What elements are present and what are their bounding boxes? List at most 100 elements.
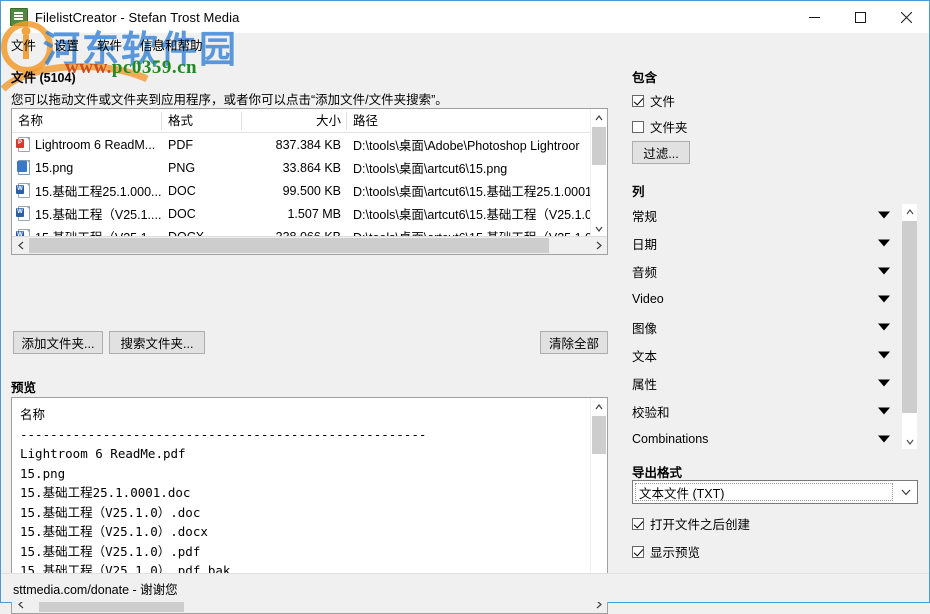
chevron-down-icon[interactable] bbox=[878, 408, 890, 415]
chevron-down-icon[interactable] bbox=[878, 324, 890, 331]
cell-name: PLightroom 6 ReadM... bbox=[12, 137, 162, 152]
menu-item-info-help[interactable]: 信息和帮助 bbox=[140, 35, 203, 54]
preview-section-heading: 预览 bbox=[11, 377, 36, 396]
scroll-left-icon[interactable] bbox=[12, 238, 29, 254]
cell-name: W15.基础工程25.1.000... bbox=[12, 181, 162, 200]
table-row[interactable]: PLightroom 6 ReadM...PDF837.384 KBD:\too… bbox=[12, 133, 607, 156]
checkbox-box[interactable] bbox=[632, 95, 644, 107]
chevron-down-icon[interactable] bbox=[895, 489, 917, 496]
table-row[interactable]: W15.基础工程25.1.000...DOC99.500 KBD:\tools\… bbox=[12, 179, 607, 202]
columns-scroll-down-icon[interactable] bbox=[902, 434, 917, 449]
chevron-down-icon[interactable] bbox=[878, 380, 890, 387]
chevron-down-icon[interactable] bbox=[878, 352, 890, 359]
preview-vscroll-thumb[interactable] bbox=[592, 416, 606, 454]
column-group-2[interactable]: 日期 bbox=[632, 229, 904, 257]
column-header-path[interactable]: 路径 bbox=[347, 109, 607, 133]
columns-scroll-up-icon[interactable] bbox=[902, 204, 917, 219]
chevron-down-icon[interactable] bbox=[878, 268, 890, 275]
file-list-vscroll-thumb[interactable] bbox=[592, 127, 606, 165]
column-group-5[interactable]: 图像 bbox=[632, 313, 904, 341]
table-row[interactable]: W15.基础工程（V25.1....DOC1.507 MBD:\tools\桌面… bbox=[12, 202, 607, 225]
chevron-down-icon[interactable] bbox=[878, 240, 890, 247]
window-controls bbox=[791, 1, 929, 33]
doc-file-icon: W bbox=[16, 206, 30, 221]
menu-item-software[interactable]: 软件 bbox=[97, 35, 122, 54]
column-header-name[interactable]: 名称 bbox=[12, 109, 162, 133]
cell-name: W15.基础工程（V25.1.... bbox=[12, 204, 162, 223]
file-name: 15.基础工程25.1.000... bbox=[35, 181, 161, 200]
left-panel: 文件 (5104) 您可以拖动文件或文件夹到应用程序，或者你可以点击“添加文件/… bbox=[1, 55, 623, 604]
include-folders-label: 文件夹 bbox=[650, 117, 688, 136]
preview-scroll-up-icon[interactable] bbox=[591, 398, 607, 415]
png-file-icon bbox=[16, 160, 30, 175]
menu-item-file[interactable]: 文件 bbox=[11, 35, 36, 54]
checkbox-box[interactable] bbox=[632, 121, 644, 133]
window-title: FilelistCreator - Stefan Trost Media bbox=[35, 10, 239, 25]
file-list-hscroll-track[interactable] bbox=[29, 238, 590, 253]
checkbox-box[interactable] bbox=[632, 518, 644, 530]
file-list-vscrollbar[interactable] bbox=[590, 109, 607, 254]
clear-all-button[interactable]: 清除全部 bbox=[540, 331, 608, 354]
filter-button[interactable]: 过滤... bbox=[632, 141, 690, 164]
columns-vscroll-thumb[interactable] bbox=[902, 221, 917, 413]
columns-vscrollbar[interactable] bbox=[902, 204, 917, 449]
table-row[interactable]: 15.pngPNG33.864 KBD:\tools\桌面\artcut6\15… bbox=[12, 156, 607, 179]
cell-format: DOC bbox=[162, 184, 242, 198]
file-list[interactable]: 名称 格式 大小 路径 PLightroom 6 ReadM...PDF837.… bbox=[11, 108, 608, 255]
column-group-9[interactable]: Combinations bbox=[632, 425, 904, 453]
cell-path: D:\tools\桌面\artcut6\15.基础工程25.1.0001 bbox=[347, 181, 607, 200]
cell-name: 15.png bbox=[12, 160, 162, 175]
open-after-create-label: 打开文件之后创建 bbox=[650, 514, 750, 533]
app-icon bbox=[10, 8, 28, 26]
cell-format: PDF bbox=[162, 138, 242, 152]
status-bar: sttmedia.com/donate - 谢谢您 bbox=[1, 573, 929, 602]
cell-size: 99.500 KB bbox=[242, 184, 347, 198]
file-list-hscroll-thumb[interactable] bbox=[29, 238, 549, 253]
files-hint-text: 您可以拖动文件或文件夹到应用程序，或者你可以点击“添加文件/文件夹搜索”。 bbox=[11, 89, 448, 108]
maximize-icon[interactable] bbox=[837, 1, 883, 33]
column-header-format[interactable]: 格式 bbox=[162, 109, 242, 133]
open-after-create-checkbox[interactable]: 打开文件之后创建 bbox=[632, 514, 750, 533]
file-list-hscrollbar[interactable] bbox=[12, 236, 607, 254]
minimize-icon[interactable] bbox=[791, 1, 837, 33]
include-files-checkbox[interactable]: 文件 bbox=[632, 91, 675, 110]
chevron-down-icon[interactable] bbox=[878, 436, 890, 443]
column-group-label: 属性 bbox=[632, 374, 657, 393]
checkbox-box[interactable] bbox=[632, 546, 644, 558]
column-group-7[interactable]: 属性 bbox=[632, 369, 904, 397]
main-content: 文件 (5104) 您可以拖动文件或文件夹到应用程序，或者你可以点击“添加文件/… bbox=[1, 55, 929, 604]
column-header-size[interactable]: 大小 bbox=[242, 109, 347, 133]
cell-path: D:\tools\桌面\Adobe\Photoshop Lightroor bbox=[347, 135, 607, 154]
show-preview-checkbox[interactable]: 显示预览 bbox=[632, 542, 700, 561]
column-group-4[interactable]: Video bbox=[632, 285, 904, 313]
column-group-8[interactable]: 校验和 bbox=[632, 397, 904, 425]
column-group-1[interactable]: 常规 bbox=[632, 201, 904, 229]
column-group-label: Combinations bbox=[632, 432, 708, 446]
column-group-6[interactable]: 文本 bbox=[632, 341, 904, 369]
column-group-label: 常规 bbox=[632, 206, 657, 225]
files-section-heading: 文件 (5104) bbox=[11, 67, 76, 86]
scroll-right-icon[interactable] bbox=[590, 238, 607, 254]
show-preview-label: 显示预览 bbox=[650, 542, 700, 561]
menu-item-settings[interactable]: 设置 bbox=[54, 35, 79, 54]
cell-size: 33.864 KB bbox=[242, 161, 347, 175]
right-panel: 包含 文件 文件夹 过滤... 列 常规日期音频Video图像文本属性校验和Co… bbox=[623, 55, 929, 604]
close-icon[interactable] bbox=[883, 1, 929, 33]
export-format-select[interactable]: 文本文件 (TXT) bbox=[632, 480, 918, 504]
chevron-down-icon[interactable] bbox=[878, 296, 890, 303]
preview-text: 名称 -------------------------------------… bbox=[12, 398, 607, 600]
scroll-down-icon[interactable] bbox=[591, 220, 607, 237]
chevron-down-icon[interactable] bbox=[878, 212, 890, 219]
file-name: 15.png bbox=[35, 161, 73, 175]
search-folder-button[interactable]: 搜索文件夹... bbox=[109, 331, 205, 354]
column-group-label: 图像 bbox=[632, 318, 657, 337]
file-name: Lightroom 6 ReadM... bbox=[35, 138, 155, 152]
add-folder-button[interactable]: 添加文件夹... bbox=[13, 331, 103, 354]
include-folders-checkbox[interactable]: 文件夹 bbox=[632, 117, 688, 136]
include-section-heading: 包含 bbox=[632, 67, 657, 86]
column-group-3[interactable]: 音频 bbox=[632, 257, 904, 285]
cell-size: 837.384 KB bbox=[242, 138, 347, 152]
scroll-up-icon[interactable] bbox=[591, 109, 607, 126]
status-bar-text[interactable]: sttmedia.com/donate - 谢谢您 bbox=[13, 579, 178, 598]
cell-format: PNG bbox=[162, 161, 242, 175]
